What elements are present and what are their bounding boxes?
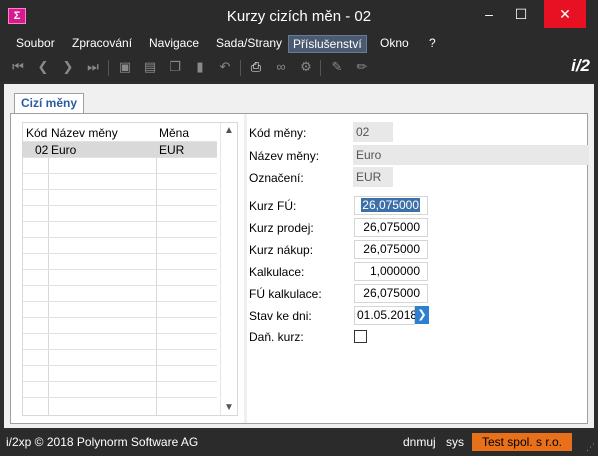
- title-bar: Σ Kurzy cizích měn - 02 – ☐ ✕: [0, 0, 598, 32]
- menu-soubor[interactable]: Soubor: [12, 35, 59, 53]
- menu-navigace[interactable]: Navigace: [145, 35, 203, 53]
- table-row[interactable]: [23, 285, 217, 301]
- next-record-icon[interactable]: ❯: [60, 59, 76, 75]
- table-row[interactable]: [23, 333, 217, 349]
- print-icon[interactable]: ⎙: [248, 59, 264, 75]
- currency-grid[interactable]: Kód Název měny Měna 02 Euro EUR ▲ ▼: [22, 122, 238, 416]
- cell-name: Euro: [51, 143, 77, 157]
- kod-meny-field: 02: [353, 122, 393, 142]
- link-icon[interactable]: ∞: [273, 59, 289, 75]
- kurz-nakup-input[interactable]: 26,075000: [354, 240, 428, 259]
- table-row[interactable]: [23, 221, 217, 237]
- save-copy-icon[interactable]: ▤: [142, 59, 158, 75]
- resize-grip-icon[interactable]: ⋰: [586, 442, 595, 453]
- edit-icon[interactable]: ✎: [329, 59, 345, 75]
- first-record-icon[interactable]: ⏮: [10, 59, 26, 75]
- dan-kurz-checkbox[interactable]: [354, 330, 367, 343]
- database-name: sys: [446, 435, 464, 449]
- previous-record-icon[interactable]: ❮: [35, 59, 51, 75]
- table-row[interactable]: [23, 365, 217, 381]
- nazev-meny-label: Název měny:: [249, 149, 320, 163]
- tab-cizi-meny[interactable]: Cizí měny: [14, 93, 84, 114]
- dan-kurz-label: Daň. kurz:: [249, 330, 304, 344]
- kalkulace-label: Kalkulace:: [249, 265, 305, 279]
- oznaceni-label: Označení:: [249, 171, 304, 185]
- pencil-icon[interactable]: ✏: [354, 59, 370, 75]
- table-row[interactable]: [23, 349, 217, 365]
- tab-panel: Kód Název měny Měna 02 Euro EUR ▲ ▼ Kód …: [10, 113, 589, 424]
- table-row[interactable]: [23, 205, 217, 221]
- cell-code: 02: [35, 143, 49, 157]
- delete-icon[interactable]: ▮: [192, 59, 208, 75]
- menu-help[interactable]: ?: [425, 35, 440, 53]
- grid-header: Kód Název měny Měna: [23, 123, 217, 141]
- menu-sada-strany[interactable]: Sada/Strany: [212, 35, 286, 53]
- kurz-fu-input[interactable]: 26,075000: [354, 196, 428, 215]
- menu-okno[interactable]: Okno: [376, 35, 413, 53]
- company-badge[interactable]: Test spol. s r.o.: [472, 433, 572, 451]
- cell-currency: EUR: [159, 143, 185, 157]
- table-row[interactable]: [23, 157, 217, 173]
- copyright-text: i/2xp © 2018 Polynorm Software AG: [6, 435, 199, 449]
- menu-prislusenstvi[interactable]: Příslušenství: [288, 35, 367, 53]
- menu-bar: Soubor Zpracování Navigace Sada/Strany P…: [0, 32, 598, 54]
- nazev-meny-field: Euro: [353, 145, 589, 165]
- toolbar: ⏮ ❮ ❯ ⏭ ▣ ▤ ❐ ▮ ↶ ⎙ ∞ ⚙ ✎ ✏: [0, 54, 598, 82]
- oznaceni-field: EUR: [353, 167, 393, 187]
- kurz-nakup-label: Kurz nákup:: [249, 243, 314, 257]
- main-content: Cizí měny Kód Název měny Měna 02 Euro EU…: [4, 84, 594, 428]
- close-icon[interactable]: ✕: [544, 0, 586, 28]
- undo-icon[interactable]: ↶: [217, 59, 233, 75]
- fu-kalkulace-label: FÚ kalkulace:: [249, 287, 322, 301]
- table-row[interactable]: 02 Euro EUR: [23, 141, 217, 157]
- toolbar-separator: [108, 60, 109, 76]
- kurz-fu-label: Kurz FÚ:: [249, 199, 297, 213]
- toolbar-separator: [240, 60, 241, 76]
- table-row[interactable]: [23, 189, 217, 205]
- menu-zpracovani[interactable]: Zpracování: [68, 35, 136, 53]
- settings-icon[interactable]: ⚙: [298, 59, 314, 75]
- save-icon[interactable]: ▣: [117, 59, 133, 75]
- kalkulace-input[interactable]: 1,000000: [354, 262, 428, 281]
- stav-ke-dni-input[interactable]: 01.05.2018: [354, 306, 417, 325]
- status-bar: i/2xp © 2018 Polynorm Software AG dnmuj …: [0, 430, 598, 456]
- table-row[interactable]: [23, 269, 217, 285]
- table-row[interactable]: [23, 381, 217, 397]
- table-row[interactable]: [23, 397, 217, 413]
- stav-ke-dni-label: Stav ke dni:: [249, 309, 312, 323]
- kurz-prodej-label: Kurz prodej:: [249, 221, 314, 235]
- scroll-down-icon[interactable]: ▼: [221, 402, 237, 413]
- last-record-icon[interactable]: ⏭: [85, 59, 101, 75]
- scroll-up-icon[interactable]: ▲: [221, 125, 237, 136]
- minimize-icon[interactable]: –: [474, 0, 504, 28]
- column-header-kod[interactable]: Kód: [26, 126, 47, 140]
- table-row[interactable]: [23, 301, 217, 317]
- fu-kalkulace-input[interactable]: 26,075000: [354, 284, 428, 303]
- kod-meny-label: Kód měny:: [249, 126, 307, 140]
- table-row[interactable]: [23, 173, 217, 189]
- date-picker-button[interactable]: ❯: [415, 306, 429, 324]
- column-header-nazev[interactable]: Název měny: [51, 126, 118, 140]
- splitter[interactable]: [244, 114, 247, 423]
- grid-scrollbar[interactable]: ▲ ▼: [220, 123, 237, 415]
- table-row[interactable]: [23, 253, 217, 269]
- copy-icon[interactable]: ❐: [167, 59, 183, 75]
- user-name: dnmuj: [403, 435, 436, 449]
- table-row[interactable]: [23, 317, 217, 333]
- kurz-prodej-input[interactable]: 26,075000: [354, 218, 428, 237]
- column-header-mena[interactable]: Měna: [159, 126, 189, 140]
- toolbar-separator: [320, 60, 321, 76]
- brand-logo: i/2: [571, 56, 590, 75]
- maximize-icon[interactable]: ☐: [506, 0, 536, 28]
- table-row[interactable]: [23, 237, 217, 253]
